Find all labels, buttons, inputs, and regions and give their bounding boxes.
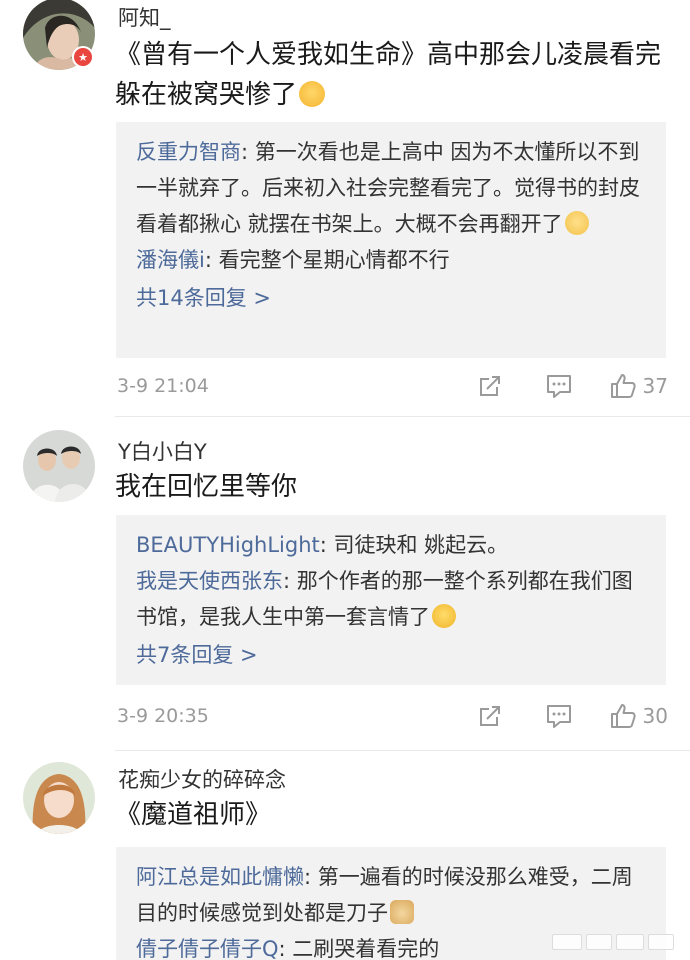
comment-icon [546,705,571,728]
doge-emoji-icon [390,900,414,924]
share-button[interactable] [477,703,503,729]
comment-item: ★ 阿知_ 《曾有一个人爱我如生命》高中那会儿凌晨看完躲在被窝哭惨了 反重力智商… [0,0,690,418]
thumbs-up-icon [610,704,636,728]
share-icon [479,706,500,726]
reply-button[interactable] [545,373,573,399]
reply-item: 反重力智商: 第一次看也是上高中 因为不太懂所以不到一半就弃了。后来初入社会完整… [136,134,646,242]
like-button[interactable]: 37 [609,372,668,400]
more-replies-link[interactable]: 共14条回复 > [136,280,646,316]
share-icon [479,376,500,396]
comment-item: Y白小白Y 我在回忆里等你 BEAUTYHighLight: 司徒玦和 姚起云。… [0,418,690,751]
username[interactable]: Y白小白Y [118,436,207,466]
reply-username[interactable]: BEAUTYHighLight [136,533,320,557]
username[interactable]: 花痴少女的碎碎念 [118,764,286,794]
watermark [552,930,676,954]
like-count: 37 [642,374,668,398]
reply-username[interactable]: 我是天使西张东 [136,569,283,593]
laughing-tears-emoji-icon [432,604,456,628]
reply-text: : 司徒玦和 姚起云。 [319,533,509,557]
thinking-emoji-icon [564,211,589,235]
username[interactable]: 阿知_ [118,2,171,32]
like-button[interactable]: 30 [609,702,668,730]
divider [115,416,690,417]
comment-actions: 30 [477,702,668,730]
reply-box[interactable]: 反重力智商: 第一次看也是上高中 因为不太懂所以不到一半就弃了。后来初入社会完整… [116,122,666,358]
timestamp: 3-9 21:04 [117,375,209,397]
comment-text: 《曾有一个人爱我如生命》高中那会儿凌晨看完躲在被窝哭惨了 [115,40,662,110]
reply-item: 潘海儀i: 看完整个星期心情都不行 [136,242,646,278]
more-replies-link[interactable]: 共7条回复 > [136,637,646,673]
comment-text: 我在回忆里等你 [115,472,298,502]
timestamp: 3-9 20:35 [117,705,209,727]
reply-box[interactable]: BEAUTYHighLight: 司徒玦和 姚起云。 我是天使西张东: 那个作者… [116,515,666,685]
reply-item: 阿江总是如此慵懒: 第一遍看的时候没那么难受，二周目的时候感觉到处都是刀子 [136,859,646,931]
avatar[interactable] [23,430,95,502]
reply-username[interactable]: 潘海儀i [136,248,205,272]
comment-text: 《魔道祖师》 [115,800,272,830]
verified-badge-icon: ★ [72,46,94,68]
reply-username[interactable]: 倩子倩子倩子Q [136,937,279,960]
comment-actions: 37 [477,372,668,400]
reply-text: : 看完整个星期心情都不行 [204,248,450,272]
like-count: 30 [642,704,668,728]
share-button[interactable] [477,373,503,399]
reply-username[interactable]: 阿江总是如此慵懒 [136,865,304,889]
reply-item: 我是天使西张东: 那个作者的那一整个系列都在我们图书馆，是我人生中第一套言情了 [136,563,646,635]
reply-button[interactable] [545,703,573,729]
reply-text: : 二刷哭着看完的 [278,937,440,960]
comment-icon [546,375,571,398]
avatar[interactable] [23,762,95,834]
sad-face-emoji-icon [299,81,326,107]
reply-item: BEAUTYHighLight: 司徒玦和 姚起云。 [136,527,646,563]
thumbs-up-icon [610,374,636,398]
reply-username[interactable]: 反重力智商 [136,140,241,164]
comment-item: 花痴少女的碎碎念 《魔道祖师》 阿江总是如此慵懒: 第一遍看的时候没那么难受，二… [0,750,690,960]
